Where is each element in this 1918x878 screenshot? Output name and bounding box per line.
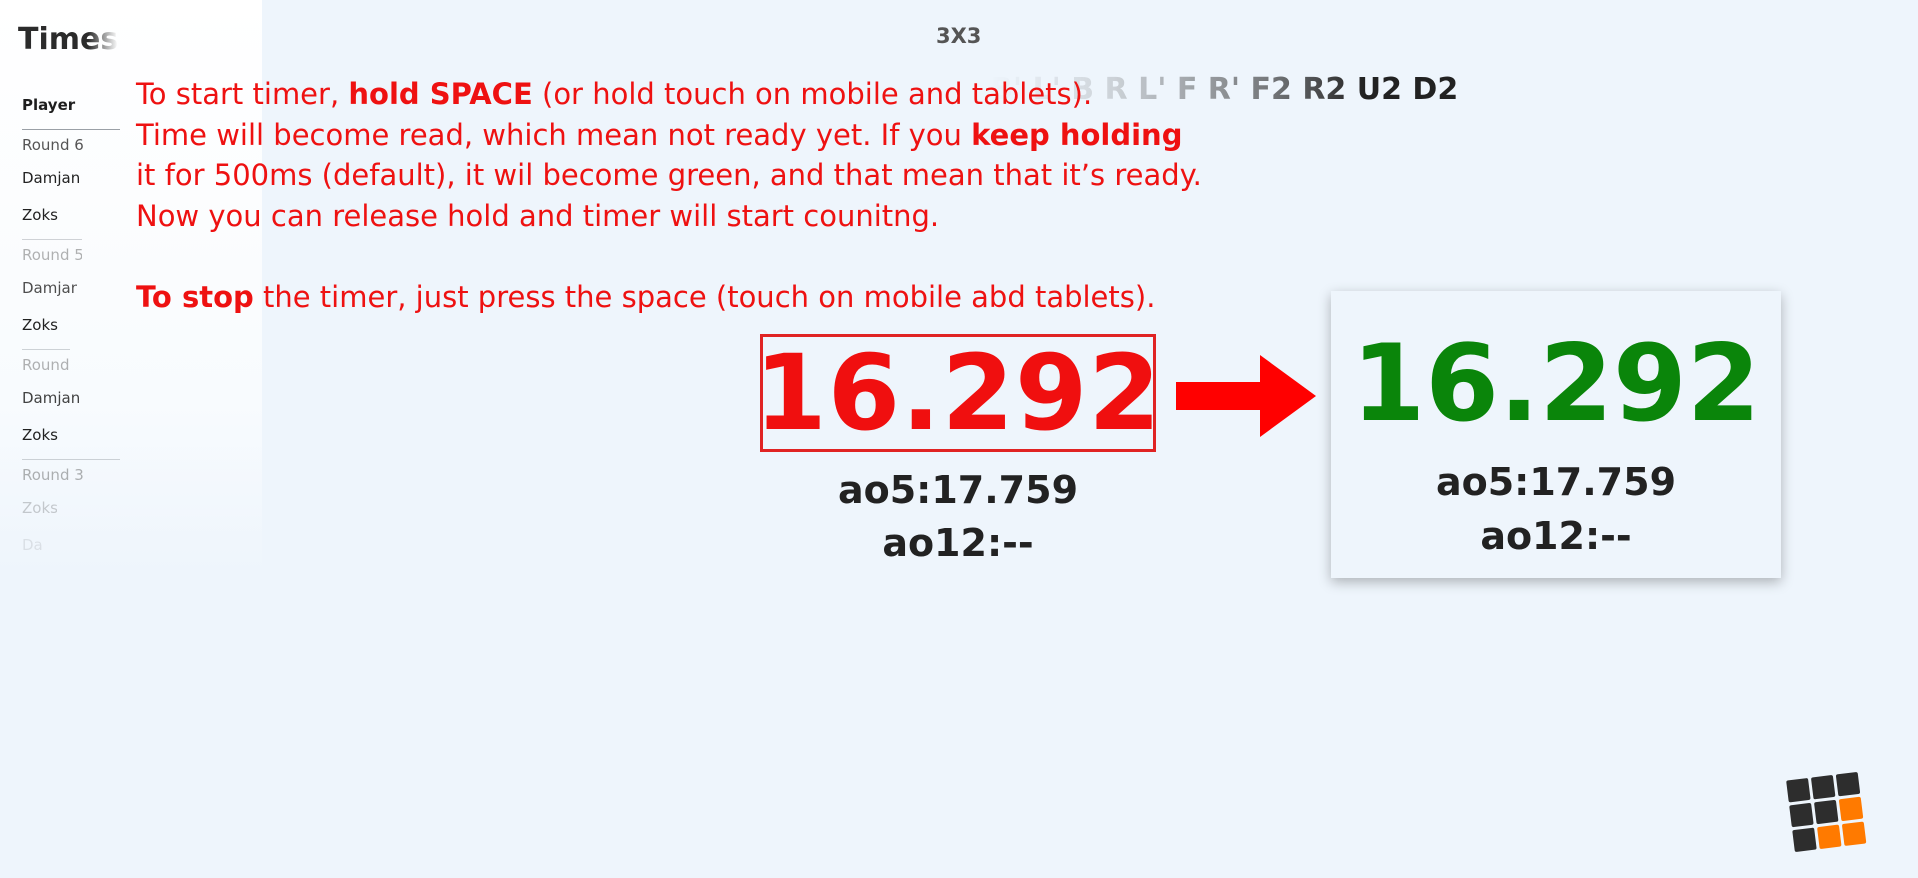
ao12-stat: ao12:-- — [1480, 514, 1632, 558]
sidebar-player-row[interactable]: Zoks — [22, 206, 120, 224]
cube-logo-icon — [1786, 772, 1867, 852]
sidebar-header-player: Player — [22, 96, 76, 114]
right-arrow-icon — [1176, 355, 1316, 437]
instruction-line: Now you can release hold and timer will … — [136, 198, 940, 233]
instruction-line: To start timer, hold SPACE (or hold touc… — [136, 77, 1093, 111]
ao5-stat: ao5:17.759 — [1435, 460, 1677, 504]
sidebar-player-row[interactable]: Zoks — [22, 426, 120, 444]
sidebar-round-row[interactable]: Round 3 — [22, 459, 120, 484]
sidebar-player-row[interactable]: Zoks — [22, 499, 57, 517]
instructions-overlay: To start timer, hold SPACE (or hold touc… — [136, 74, 1202, 317]
ao12-stat: ao12:-- — [882, 521, 1034, 565]
instruction-line: To stop the timer, just press the space … — [136, 279, 1156, 314]
timer-not-ready-box[interactable]: 16.292 — [754, 334, 1161, 452]
sidebar-round-row[interactable]: Round 4 — [22, 349, 70, 374]
instruction-line: it for 500ms (default), it wil become gr… — [136, 158, 1202, 192]
instruction-line: Time will become read, which mean not re… — [136, 117, 1183, 152]
sidebar-player-row[interactable]: Damjan — [22, 389, 120, 407]
sidebar-round-row[interactable]: Round 6 — [22, 129, 120, 154]
timer-display-red: 16.292 — [754, 332, 1162, 454]
ao5-stat: ao5:17.759 — [837, 468, 1079, 512]
sidebar-player-row[interactable]: Zoks — [22, 316, 120, 334]
timer-display-green: 16.292 — [1351, 322, 1761, 445]
sidebar-title: Times — [18, 22, 118, 57]
sidebar-round-row[interactable]: Round 5 — [22, 239, 82, 264]
puzzle-type-selector[interactable]: 3X3 — [936, 24, 981, 48]
sidebar-player-row[interactable]: Damjan — [22, 279, 77, 297]
sidebar-player-row[interactable]: Damjan — [22, 169, 120, 187]
sidebar-player-row[interactable]: Damjan — [22, 536, 42, 554]
